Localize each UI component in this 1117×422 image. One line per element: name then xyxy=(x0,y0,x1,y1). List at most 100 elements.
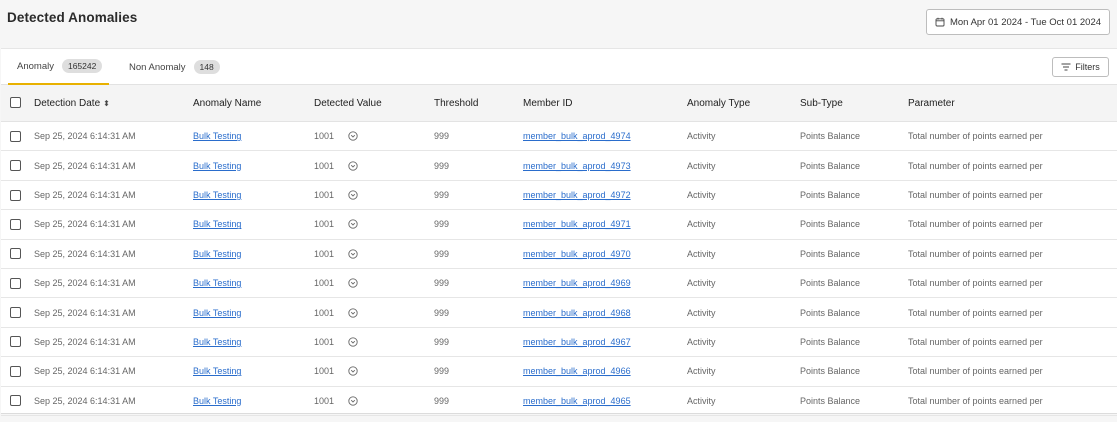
anomaly-name-link[interactable]: Bulk Testing xyxy=(193,219,241,229)
table-row[interactable]: Sep 25, 2024 6:14:31 AM Bulk Testing 1001 9… xyxy=(1,356,1117,387)
detection-date-cell: Sep 25, 2024 6:14:31 AM xyxy=(34,180,193,211)
anomaly-name-link[interactable]: Bulk Testing xyxy=(193,131,241,141)
chevron-down-circle-icon[interactable] xyxy=(348,337,358,347)
threshold-cell: 999 xyxy=(434,268,523,299)
anomaly-name-link[interactable]: Bulk Testing xyxy=(193,161,241,171)
detected-value: 1001 xyxy=(314,278,335,289)
row-select-cell xyxy=(1,356,34,387)
column-header-detection-date[interactable]: Detection Date ⬍ xyxy=(34,85,193,122)
row-select-cell xyxy=(1,297,34,328)
anomaly-name-link[interactable]: Bulk Testing xyxy=(193,249,241,259)
column-header-parameter: Parameter xyxy=(908,85,1117,122)
anomaly-name-link[interactable]: Bulk Testing xyxy=(193,396,241,406)
member-id-link[interactable]: member_bulk_aprod_4970 xyxy=(523,249,631,259)
anomaly-name-cell: Bulk Testing xyxy=(193,268,314,299)
chevron-down-circle-icon[interactable] xyxy=(348,249,358,259)
member-id-cell: member_bulk_aprod_4972 xyxy=(523,180,687,211)
sub-type-cell: Points Balance xyxy=(800,386,908,416)
anomaly-type-cell: Activity xyxy=(687,150,800,181)
detected-value: 1001 xyxy=(314,189,335,200)
table-row[interactable]: Sep 25, 2024 6:14:31 AM Bulk Testing 1001 9… xyxy=(1,297,1117,328)
detected-value: 1001 xyxy=(314,366,335,377)
row-checkbox[interactable] xyxy=(10,248,21,260)
row-checkbox[interactable] xyxy=(10,365,21,377)
table-row[interactable]: Sep 25, 2024 6:14:31 AM Bulk Testing 1001 9… xyxy=(1,209,1117,240)
detection-date-cell: Sep 25, 2024 6:14:31 AM xyxy=(34,209,193,240)
column-header-sub-type: Sub-Type xyxy=(800,85,908,122)
table-row[interactable]: Sep 25, 2024 6:14:31 AM Bulk Testing 1001 9… xyxy=(1,239,1117,269)
parameter-cell: Total number of points earned per xyxy=(908,180,1117,211)
tab-label: Anomaly xyxy=(17,60,54,72)
anomaly-name-link[interactable]: Bulk Testing xyxy=(193,337,241,347)
member-id-link[interactable]: member_bulk_aprod_4967 xyxy=(523,337,631,347)
member-id-cell: member_bulk_aprod_4965 xyxy=(523,386,687,416)
table-row[interactable]: Sep 25, 2024 6:14:31 AM Bulk Testing 1001 9… xyxy=(1,180,1117,211)
member-id-link[interactable]: member_bulk_aprod_4972 xyxy=(523,190,631,200)
column-header-detected-value: Detected Value xyxy=(314,85,434,122)
detected-value: 1001 xyxy=(314,219,335,230)
table-row[interactable]: Sep 25, 2024 6:14:31 AM Bulk Testing 1001 9… xyxy=(1,150,1117,181)
member-id-cell: member_bulk_aprod_4966 xyxy=(523,356,687,387)
sort-updown-icon[interactable]: ⬍ xyxy=(103,99,110,108)
row-checkbox[interactable] xyxy=(10,336,21,348)
detected-value: 1001 xyxy=(314,160,335,171)
member-id-link[interactable]: member_bulk_aprod_4965 xyxy=(523,396,631,406)
member-id-link[interactable]: member_bulk_aprod_4974 xyxy=(523,131,631,141)
table-row[interactable]: Sep 25, 2024 6:14:31 AM Bulk Testing 1001 9… xyxy=(1,386,1117,416)
anomaly-name-link[interactable]: Bulk Testing xyxy=(193,308,241,318)
anomaly-name-link[interactable]: Bulk Testing xyxy=(193,190,241,200)
member-id-link[interactable]: member_bulk_aprod_4969 xyxy=(523,278,631,288)
chevron-down-circle-icon[interactable] xyxy=(348,396,358,406)
chevron-down-circle-icon[interactable] xyxy=(348,366,358,376)
tab-count-badge: 165242 xyxy=(61,59,103,73)
chevron-down-circle-icon[interactable] xyxy=(348,278,358,288)
parameter-cell: Total number of points earned per xyxy=(908,327,1117,358)
member-id-link[interactable]: member_bulk_aprod_4966 xyxy=(523,366,631,376)
anomaly-name-link[interactable]: Bulk Testing xyxy=(193,366,241,376)
detection-date-cell: Sep 25, 2024 6:14:31 AM xyxy=(34,150,193,181)
detection-date-cell: Sep 25, 2024 6:14:31 AM xyxy=(34,327,193,358)
row-checkbox[interactable] xyxy=(10,130,21,142)
date-range-picker[interactable]: Mon Apr 01 2024 - Tue Oct 01 2024 xyxy=(926,9,1110,35)
select-all-checkbox[interactable] xyxy=(10,97,21,109)
detected-value-cell: 1001 xyxy=(314,356,434,387)
member-id-link[interactable]: member_bulk_aprod_4971 xyxy=(523,219,631,229)
chevron-down-circle-icon[interactable] xyxy=(348,190,358,200)
chevron-down-circle-icon[interactable] xyxy=(348,307,358,318)
table-row[interactable]: Sep 25, 2024 6:14:31 AM Bulk Testing 1001 9… xyxy=(1,121,1117,152)
chevron-down-circle-icon[interactable] xyxy=(348,160,358,171)
table-row[interactable]: Sep 25, 2024 6:14:31 AM Bulk Testing 1001 9… xyxy=(1,268,1117,299)
detection-date-cell: Sep 25, 2024 6:14:31 AM xyxy=(34,297,193,328)
row-checkbox[interactable] xyxy=(10,160,21,172)
anomaly-name-cell: Bulk Testing xyxy=(193,180,314,211)
threshold-cell: 999 xyxy=(434,386,523,416)
anomaly-name-link[interactable]: Bulk Testing xyxy=(193,278,241,288)
member-id-link[interactable]: member_bulk_aprod_4968 xyxy=(523,308,631,318)
parameter-cell: Total number of points earned per xyxy=(908,356,1117,387)
anomaly-name-cell: Bulk Testing xyxy=(193,150,314,181)
chevron-down-circle-icon[interactable] xyxy=(348,219,358,230)
detected-value: 1001 xyxy=(314,131,335,142)
anomaly-name-cell: Bulk Testing xyxy=(193,327,314,358)
row-checkbox[interactable] xyxy=(10,307,21,319)
row-select-cell xyxy=(1,327,34,358)
tab-non-anomaly[interactable]: Non Anomaly 148 xyxy=(129,49,220,85)
row-checkbox[interactable] xyxy=(10,189,21,201)
row-checkbox[interactable] xyxy=(10,395,21,407)
filters-label: Filters xyxy=(1075,62,1100,72)
detected-value-cell: 1001 xyxy=(314,327,434,358)
row-checkbox[interactable] xyxy=(10,218,21,230)
member-id-link[interactable]: member_bulk_aprod_4973 xyxy=(523,161,631,171)
anomaly-name-cell: Bulk Testing xyxy=(193,386,314,416)
anomaly-name-cell: Bulk Testing xyxy=(193,297,314,328)
table-row[interactable]: Sep 25, 2024 6:14:31 AM Bulk Testing 1001 9… xyxy=(1,327,1117,358)
tab-anomaly[interactable]: Anomaly 165242 xyxy=(8,49,109,85)
row-checkbox[interactable] xyxy=(10,277,21,289)
anomaly-name-cell: Bulk Testing xyxy=(193,121,314,152)
anomaly-type-cell: Activity xyxy=(687,121,800,152)
threshold-cell: 999 xyxy=(434,356,523,387)
filters-button[interactable]: Filters xyxy=(1052,57,1109,77)
anomaly-name-cell: Bulk Testing xyxy=(193,239,314,269)
parameter-cell: Total number of points earned per xyxy=(908,121,1117,152)
chevron-down-circle-icon[interactable] xyxy=(348,131,358,141)
